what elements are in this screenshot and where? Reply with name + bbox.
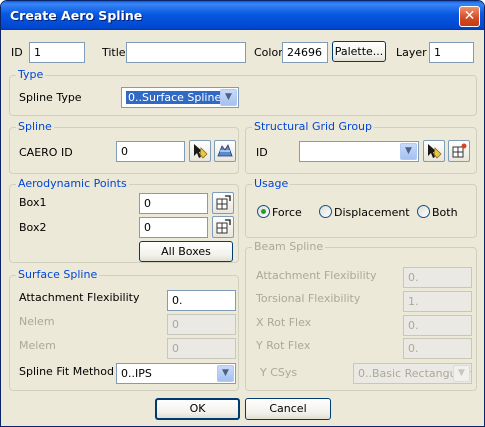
chevron-down-icon[interactable]: ▼ [400,143,417,160]
title-field[interactable] [126,42,246,63]
color-field[interactable]: 24696 [282,42,328,63]
close-button[interactable]: ✕ [459,6,480,27]
y-rot-flex-field[interactable]: 0. [403,338,472,359]
spline-group-title: Spline [16,120,54,133]
box1-field[interactable]: 0 [139,193,208,214]
attach-flex-field[interactable]: 0. [167,290,236,311]
spline-type-value: 0..Surface Spline [126,91,224,104]
fit-method-select[interactable]: 0..IPS ▼ [116,363,236,384]
nelem-field[interactable]: 0 [167,314,236,335]
grid-select-button[interactable] [423,140,445,162]
select-pointer-icon [194,144,208,159]
caero-select-button[interactable] [189,140,211,162]
grid-id-select[interactable]: ▼ [299,141,419,162]
chevron-down-icon[interactable]: ▼ [220,89,237,106]
usage-both-radio[interactable] [417,205,430,218]
ok-button[interactable]: OK [155,398,240,420]
fit-method-label: Spline Fit Method [19,365,114,378]
grid-picker-button[interactable] [448,140,470,162]
layer-field[interactable]: 1 [429,42,474,63]
aero-points-group-title: Aerodynamic Points [16,177,129,190]
spline-type-label: Spline Type [19,91,82,104]
id-field[interactable]: 1 [29,42,85,63]
melem-field[interactable]: 0 [167,338,236,359]
usage-force-radio[interactable] [257,205,270,218]
beam-attach-flex-label: Attachment Flexibility [256,269,377,282]
x-rot-flex-label: X Rot Flex [256,316,312,329]
grid-picker-icon [216,195,231,210]
box2-field[interactable]: 0 [139,217,208,238]
usage-displacement-radio[interactable] [319,205,332,218]
color-label: Color [254,46,283,59]
surface-spline-group-title: Surface Spline [16,268,100,281]
nelem-label: Nelem [19,315,55,328]
layer-label: Layer [396,46,427,59]
type-group-title: Type [16,68,46,81]
attach-flex-label: Attachment Flexibility [19,291,140,304]
window-title: Create Aero Spline [10,8,143,23]
y-csys-select[interactable]: 0..Basic Rectangular ▼ [353,363,472,384]
melem-label: Melem [19,339,56,352]
y-csys-label: Y CSys [260,366,298,379]
select-pointer-icon [428,144,442,159]
x-rot-flex-field[interactable]: 0. [403,315,472,336]
y-rot-flex-label: Y Rot Flex [256,339,311,352]
title-label: Title [102,46,126,59]
id-label: ID [11,46,23,59]
usage-group-title: Usage [252,177,291,190]
caero-id-field[interactable]: 0 [116,141,185,162]
dialog-window: Create Aero Spline ✕ ID 1 Title Color 24… [0,0,485,427]
torsional-flex-label: Torsional Flexibility [256,292,361,305]
spline-type-select[interactable]: 0..Surface Spline ▼ [121,87,239,108]
all-boxes-button[interactable]: All Boxes [139,241,233,262]
grid-id-label: ID [256,146,268,159]
usage-both-label[interactable]: Both [432,206,458,219]
caero-lasso-button[interactable] [214,140,236,162]
usage-force-label[interactable]: Force [272,206,302,219]
box2-label: Box2 [19,221,47,234]
grid-group-title: Structural Grid Group [252,120,375,133]
chevron-down-icon[interactable]: ▼ [217,365,234,382]
box2-picker-button[interactable] [212,216,234,238]
fit-method-value: 0..IPS [121,367,152,380]
close-icon: ✕ [463,8,476,24]
usage-displacement-label[interactable]: Displacement [334,206,410,219]
cancel-button[interactable]: Cancel [245,398,331,420]
title-bar[interactable]: Create Aero Spline ✕ [1,1,484,30]
chevron-down-icon[interactable]: ▼ [453,365,470,382]
palette-button[interactable]: Palette... [332,41,386,62]
torsional-flex-field[interactable]: 1. [403,291,472,312]
box1-picker-button[interactable] [212,192,234,214]
grid-picker-icon [216,219,231,234]
beam-spline-group-title: Beam Spline [252,240,326,253]
box1-label: Box1 [19,196,47,209]
grid-picker-icon [452,143,467,158]
select-lasso-icon [217,144,233,157]
caero-id-label: CAERO ID [19,146,73,159]
beam-attach-flex-field[interactable]: 0. [403,267,472,288]
